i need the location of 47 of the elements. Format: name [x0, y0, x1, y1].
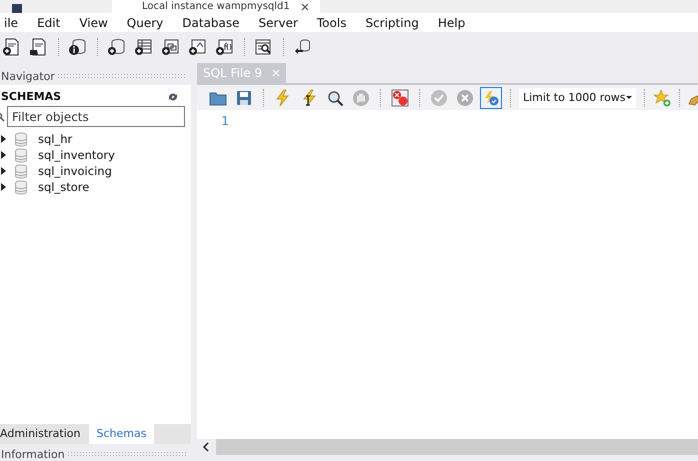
menu-item[interactable]: View [71, 16, 115, 30]
database-icon [14, 180, 28, 194]
panel-title: Navigator [1, 70, 55, 82]
database-sync-icon[interactable] [293, 38, 313, 56]
scrollbar-thumb[interactable] [216, 439, 698, 455]
schema-name[interactable]: sql_hr [38, 132, 72, 146]
menu-item[interactable]: Scripting [357, 16, 426, 30]
expand-arrow-icon[interactable] [0, 135, 8, 143]
menu-item[interactable]: Database [174, 16, 247, 30]
function-add-icon[interactable] [215, 38, 235, 56]
sql-editor[interactable]: 1 [197, 110, 698, 439]
database-add-icon[interactable] [107, 38, 127, 56]
schema-name[interactable]: sql_inventory [38, 148, 115, 162]
section-title: SCHEMAS [1, 90, 62, 103]
expand-arrow-icon[interactable] [0, 167, 8, 175]
database-icon [14, 148, 28, 162]
app-icon [12, 4, 22, 13]
dropdown-arrow-icon[interactable] [626, 96, 632, 99]
menu-item[interactable]: Server [250, 16, 305, 30]
row-limit-dropdown[interactable]: Limit to 1000 rows [519, 88, 636, 108]
auto-commit-icon[interactable] [480, 86, 502, 108]
menu-item[interactable]: ile [0, 16, 26, 30]
database-icon [14, 164, 28, 178]
view-add-icon[interactable] [161, 38, 181, 56]
menu-item[interactable]: Edit [29, 16, 68, 30]
menu-item[interactable]: Tools [308, 16, 354, 30]
star-add-icon[interactable] [652, 88, 671, 106]
refresh-icon[interactable] [167, 90, 179, 102]
panel-title: Information [1, 448, 65, 460]
panel-tab[interactable]: Administration [0, 424, 88, 444]
procedure-add-icon[interactable] [188, 38, 208, 56]
panel-tab[interactable]: Schemas [88, 424, 154, 444]
menu-item[interactable]: Help [430, 16, 472, 30]
line-number: 1 [220, 114, 230, 128]
menu-item[interactable]: Query [118, 16, 170, 30]
window-title: Local instance wampmysqld1 [142, 0, 290, 12]
expand-arrow-icon[interactable] [0, 183, 8, 191]
expand-arrow-icon[interactable] [0, 151, 8, 159]
scroll-left-icon[interactable] [203, 442, 210, 452]
schema-name[interactable]: sql_store [38, 180, 90, 194]
database-icon [14, 132, 28, 146]
filter-field[interactable]: Filter objects [7, 106, 185, 127]
error-stop-icon[interactable] [389, 86, 411, 108]
schema-name[interactable]: sql_invoicing [38, 164, 112, 178]
table-add-icon[interactable] [134, 38, 154, 56]
info-icon[interactable] [68, 38, 88, 56]
close-icon[interactable] [300, 2, 310, 12]
